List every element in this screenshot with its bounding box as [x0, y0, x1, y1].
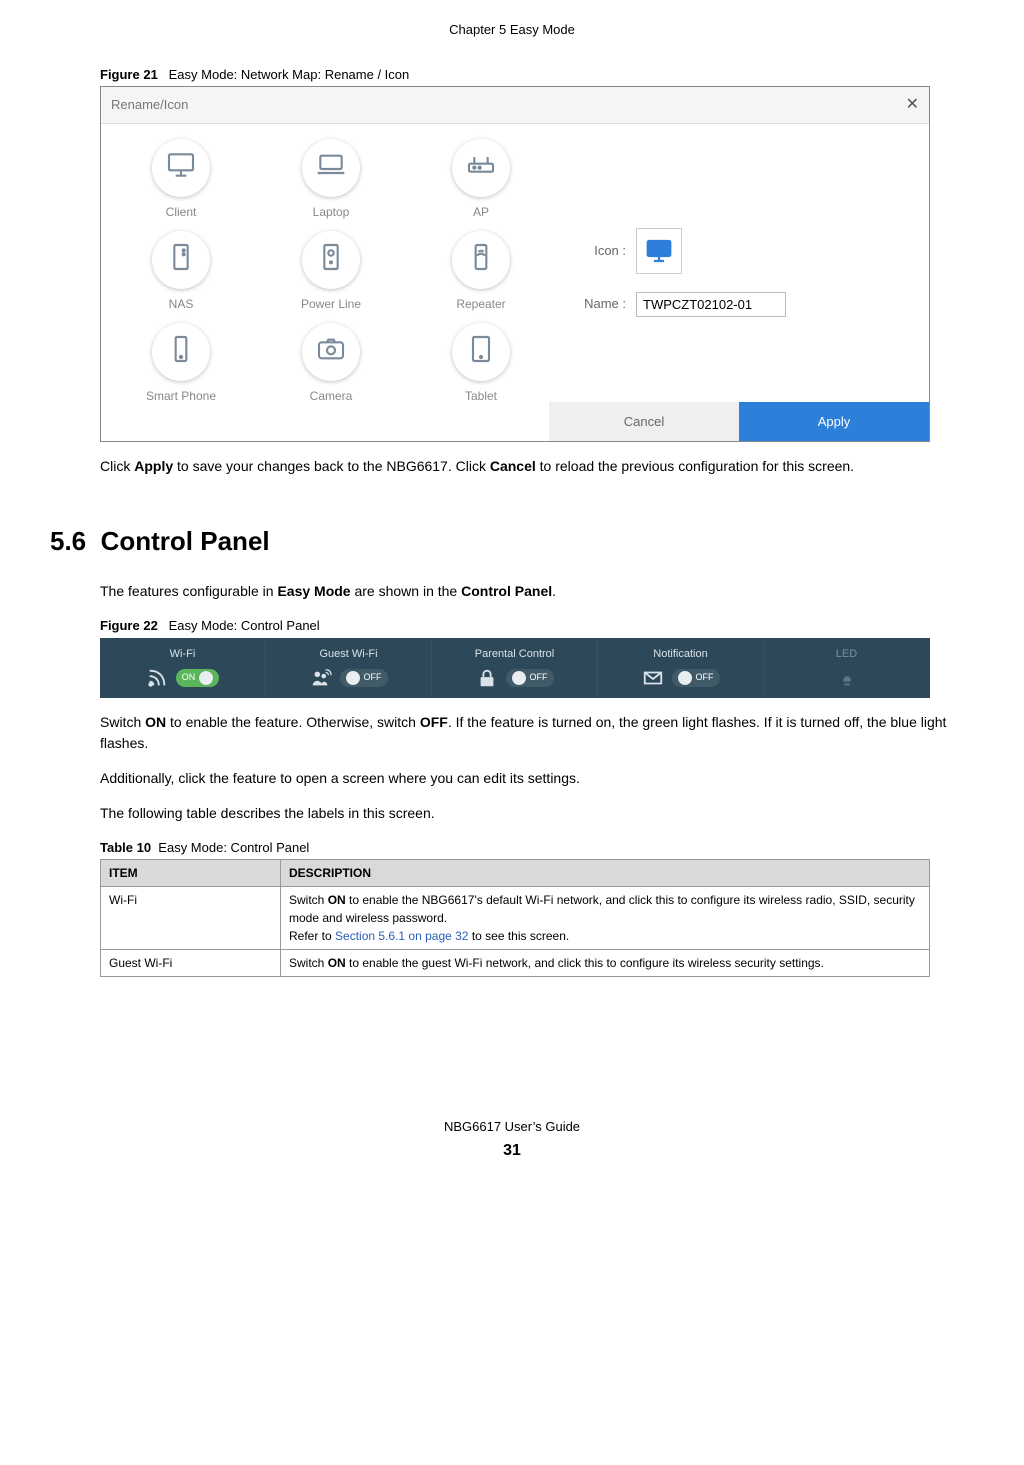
selected-icon-preview[interactable] — [636, 228, 682, 274]
table-intro-paragraph: The following table describes the labels… — [100, 803, 974, 824]
laptop-icon — [315, 149, 347, 187]
page-footer: NBG6617 User’s Guide 31 — [50, 1117, 974, 1163]
nas-icon — [165, 241, 197, 279]
table-head-item: ITEM — [101, 860, 281, 887]
camera-icon — [315, 333, 347, 371]
table-row: Guest Wi-Fi Switch ON to enable the gues… — [101, 950, 930, 977]
figure-21-caption-text: Easy Mode: Network Map: Rename / Icon — [169, 67, 410, 82]
cancel-button[interactable]: Cancel — [549, 402, 739, 442]
powerline-icon — [315, 241, 347, 279]
table-10-caption: Table 10 Easy Mode: Control Panel — [100, 838, 974, 858]
page-number: 31 — [50, 1139, 974, 1163]
icon-label: Smart Phone — [121, 387, 241, 405]
table-cell-item: Guest Wi-Fi — [101, 950, 281, 977]
lock-icon — [476, 667, 498, 689]
icon-option-tablet[interactable]: Tablet — [421, 323, 541, 405]
table-row: Wi-Fi Switch ON to enable the NBG6617's … — [101, 887, 930, 950]
cp-item-notification[interactable]: Notification OFF — [598, 638, 764, 698]
icon-option-client[interactable]: Client — [121, 139, 241, 221]
table-10: ITEM DESCRIPTION Wi-Fi Switch ON to enab… — [100, 859, 930, 977]
section-intro-paragraph: The features configurable in Easy Mode a… — [100, 581, 974, 602]
device-name-input[interactable] — [636, 292, 786, 317]
switch-paragraph: Switch ON to enable the feature. Otherwi… — [100, 712, 974, 754]
icon-option-nas[interactable]: NAS — [121, 231, 241, 313]
close-icon[interactable]: ✕ — [906, 93, 919, 117]
icon-label: NAS — [121, 295, 241, 313]
icon-label: Client — [121, 203, 241, 221]
icon-option-smartphone[interactable]: Smart Phone — [121, 323, 241, 405]
table-head-description: DESCRIPTION — [281, 860, 930, 887]
control-panel-bar: Wi-Fi ON Guest Wi-Fi OFF Parental Contro… — [100, 638, 930, 698]
icon-option-ap[interactable]: AP — [421, 139, 541, 221]
icon-label: Laptop — [271, 203, 391, 221]
apply-button[interactable]: Apply — [739, 402, 929, 442]
notification-toggle[interactable]: OFF — [672, 669, 720, 687]
table-cell-description: Switch ON to enable the NBG6617's defaul… — [281, 887, 930, 950]
additionally-paragraph: Additionally, click the feature to open … — [100, 768, 974, 789]
rename-icon-dialog: Rename/Icon ✕ Client Laptop AP — [100, 86, 930, 442]
figure-22-caption-text: Easy Mode: Control Panel — [169, 618, 320, 633]
led-icon — [836, 667, 858, 689]
monitor-icon — [644, 236, 674, 266]
figure-22-number: Figure 22 — [100, 618, 158, 633]
icon-option-camera[interactable]: Camera — [271, 323, 391, 405]
dialog-title: Rename/Icon — [111, 95, 188, 115]
envelope-icon — [642, 667, 664, 689]
table-cell-item: Wi-Fi — [101, 887, 281, 950]
wifi-toggle[interactable]: ON — [176, 669, 220, 687]
icon-option-laptop[interactable]: Laptop — [271, 139, 391, 221]
cp-item-parental-control[interactable]: Parental Control OFF — [432, 638, 598, 698]
monitor-icon — [165, 149, 197, 187]
icon-label: Camera — [271, 387, 391, 405]
icon-grid: Client Laptop AP NAS — [121, 139, 541, 405]
parental-toggle[interactable]: OFF — [506, 669, 554, 687]
repeater-icon — [465, 241, 497, 279]
smartphone-icon — [165, 333, 197, 371]
guest-wifi-toggle[interactable]: OFF — [340, 669, 388, 687]
section-heading-5-6: 5.6 Control Panel — [50, 522, 974, 561]
chapter-header: Chapter 5 Easy Mode — [50, 20, 974, 40]
cross-ref-link[interactable]: Section 5.6.1 on page 32 — [335, 929, 468, 943]
router-icon — [465, 149, 497, 187]
guest-wifi-icon — [310, 667, 332, 689]
cp-item-guest-wifi[interactable]: Guest Wi-Fi OFF — [266, 638, 432, 698]
name-field-label: Name : — [571, 294, 626, 314]
tablet-icon — [465, 333, 497, 371]
icon-label: Tablet — [421, 387, 541, 405]
figure-21-number: Figure 21 — [100, 67, 158, 82]
icon-option-powerline[interactable]: Power Line — [271, 231, 391, 313]
cp-item-led[interactable]: LED — [764, 638, 930, 698]
dialog-titlebar: Rename/Icon ✕ — [101, 87, 929, 124]
figure-22-caption: Figure 22 Easy Mode: Control Panel — [100, 616, 974, 636]
guide-name: NBG6617 User’s Guide — [50, 1117, 974, 1137]
apply-cancel-paragraph: Click Apply to save your changes back to… — [100, 456, 974, 477]
icon-option-repeater[interactable]: Repeater — [421, 231, 541, 313]
table-cell-description: Switch ON to enable the guest Wi-Fi netw… — [281, 950, 930, 977]
wifi-icon — [146, 667, 168, 689]
cp-item-wifi[interactable]: Wi-Fi ON — [100, 638, 266, 698]
figure-21-caption: Figure 21 Easy Mode: Network Map: Rename… — [100, 65, 974, 85]
icon-label: Repeater — [421, 295, 541, 313]
icon-field-label: Icon : — [571, 241, 626, 261]
icon-label: AP — [421, 203, 541, 221]
icon-label: Power Line — [271, 295, 391, 313]
